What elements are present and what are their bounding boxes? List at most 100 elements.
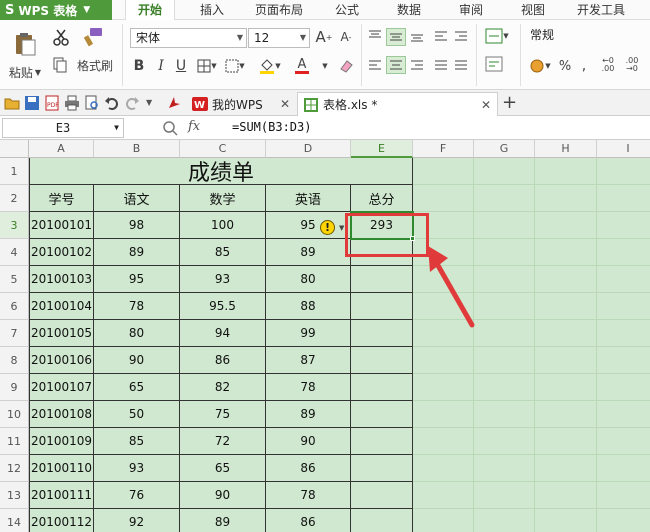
grid-cell[interactable] <box>474 482 535 509</box>
tab-insert[interactable]: 插入 <box>200 0 224 20</box>
distributed-icon[interactable] <box>452 56 470 74</box>
align-left-icon[interactable] <box>366 56 384 74</box>
save-icon[interactable] <box>24 95 40 111</box>
column-header[interactable]: F <box>413 140 474 158</box>
app-menu-button[interactable]: S WPS 表格 ▼ <box>0 0 112 20</box>
formula-input[interactable]: =SUM(B3:D3) <box>232 120 311 134</box>
row-header[interactable]: 10 <box>0 401 29 428</box>
spreadsheet-grid[interactable]: A B C D E F G H I 1 2 3 4 5 6 7 8 9 10 11 12 13 14 成绩单 学号 语文 数学 英语总… <box>0 140 650 532</box>
table-cell[interactable]: 86 <box>180 347 266 374</box>
table-cell[interactable]: 80 <box>266 266 351 293</box>
font-size-select[interactable]: 12 ▼ <box>248 28 310 48</box>
print-icon[interactable] <box>64 95 80 111</box>
function-icon[interactable]: fx <box>188 119 200 134</box>
table-cell[interactable]: 98 <box>94 212 180 239</box>
grid-cell[interactable] <box>413 158 474 185</box>
grid-cell[interactable] <box>474 374 535 401</box>
grid-cell[interactable] <box>597 158 650 185</box>
tab-page-layout[interactable]: 页面布局 <box>255 0 303 20</box>
grid-cell[interactable] <box>597 374 650 401</box>
table-cell[interactable]: 20100106 <box>29 347 94 374</box>
grid-cell[interactable] <box>535 185 597 212</box>
table-cell[interactable] <box>351 428 413 455</box>
grid-cell[interactable] <box>597 320 650 347</box>
tab-view[interactable]: 视图 <box>521 0 545 20</box>
grid-cell[interactable] <box>474 212 535 239</box>
table-cell[interactable]: 94 <box>180 320 266 347</box>
table-cell[interactable]: 90 <box>266 428 351 455</box>
borders-button[interactable]: ▼ <box>194 56 220 76</box>
decrease-font-size-icon[interactable]: A- <box>336 27 356 47</box>
grid-cell[interactable] <box>535 239 597 266</box>
grid-cell[interactable] <box>597 401 650 428</box>
row-header[interactable]: 2 <box>0 185 29 212</box>
row-header[interactable]: 12 <box>0 455 29 482</box>
grid-cell[interactable] <box>535 401 597 428</box>
grid-cell[interactable] <box>413 428 474 455</box>
percent-button[interactable]: % <box>556 56 574 76</box>
table-cell[interactable] <box>351 455 413 482</box>
format-painter-label[interactable]: 格式刷 <box>74 56 116 74</box>
row-header[interactable]: 8 <box>0 347 29 374</box>
auto-wrap-button[interactable] <box>484 54 504 74</box>
chevron-down-icon[interactable]: ▼ <box>339 224 344 232</box>
column-header[interactable]: E <box>351 140 413 158</box>
table-cell[interactable] <box>351 293 413 320</box>
grid-cell[interactable] <box>535 482 597 509</box>
justify-icon[interactable] <box>432 56 450 74</box>
grid-cell[interactable] <box>597 455 650 482</box>
row-header[interactable]: 5 <box>0 266 29 293</box>
column-header[interactable]: G <box>474 140 535 158</box>
table-cell[interactable] <box>351 509 413 532</box>
table-cell[interactable] <box>351 374 413 401</box>
grid-cell[interactable] <box>474 347 535 374</box>
table-cell[interactable]: 95.5 <box>180 293 266 320</box>
grid-cell[interactable] <box>597 428 650 455</box>
grid-cell[interactable] <box>413 482 474 509</box>
number-format-select[interactable]: 常规 <box>525 26 645 46</box>
table-cell[interactable] <box>351 482 413 509</box>
table-cell[interactable]: 78 <box>266 374 351 401</box>
grid-cell[interactable] <box>535 158 597 185</box>
tab-review[interactable]: 审阅 <box>459 0 483 20</box>
decrease-decimal-icon[interactable]: .00 →0 <box>622 54 642 76</box>
table-cell[interactable]: 20100105 <box>29 320 94 347</box>
currency-button[interactable]: ▼ <box>526 56 554 76</box>
tab-formulas[interactable]: 公式 <box>335 0 359 20</box>
table-header-cell[interactable]: 学号 <box>29 185 94 212</box>
print-preview-icon[interactable] <box>84 95 100 111</box>
row-header[interactable]: 14 <box>0 509 29 532</box>
table-cell[interactable]: 20100111 <box>29 482 94 509</box>
align-center-icon[interactable] <box>386 56 406 74</box>
grid-cell[interactable] <box>535 455 597 482</box>
grid-cell[interactable] <box>597 347 650 374</box>
table-header-cell[interactable]: 总分 <box>351 185 413 212</box>
row-header[interactable]: 1 <box>0 158 29 185</box>
fill-color-button[interactable]: ▼ <box>256 56 284 76</box>
table-cell[interactable]: 89 <box>180 509 266 532</box>
table-cell[interactable]: 85 <box>94 428 180 455</box>
format-painter-icon-button[interactable] <box>80 26 106 48</box>
thousand-separator-button[interactable]: , <box>576 56 592 76</box>
grid-cell[interactable] <box>535 212 597 239</box>
bold-button[interactable]: B <box>130 56 148 76</box>
align-top-icon[interactable] <box>366 28 384 44</box>
table-cell[interactable]: 95 <box>94 266 180 293</box>
grid-cell[interactable] <box>413 455 474 482</box>
underline-button[interactable]: U <box>172 56 190 76</box>
table-cell[interactable]: 75 <box>180 401 266 428</box>
column-header[interactable]: B <box>94 140 180 158</box>
doc-tab-spreadsheet[interactable]: 表格.xls * ✕ <box>297 92 498 116</box>
column-header[interactable]: H <box>535 140 597 158</box>
table-cell[interactable]: 82 <box>180 374 266 401</box>
table-cell[interactable]: 93 <box>94 455 180 482</box>
italic-button[interactable]: I <box>152 56 170 76</box>
warning-icon[interactable]: ! <box>320 220 335 235</box>
table-cell[interactable]: 99 <box>266 320 351 347</box>
column-header[interactable]: A <box>29 140 94 158</box>
table-cell[interactable]: 87 <box>266 347 351 374</box>
font-name-select[interactable]: 宋体 ▼ <box>130 28 247 48</box>
table-header-cell[interactable]: 数学 <box>180 185 266 212</box>
open-folder-icon[interactable] <box>4 95 20 111</box>
table-cell[interactable]: 20100104 <box>29 293 94 320</box>
